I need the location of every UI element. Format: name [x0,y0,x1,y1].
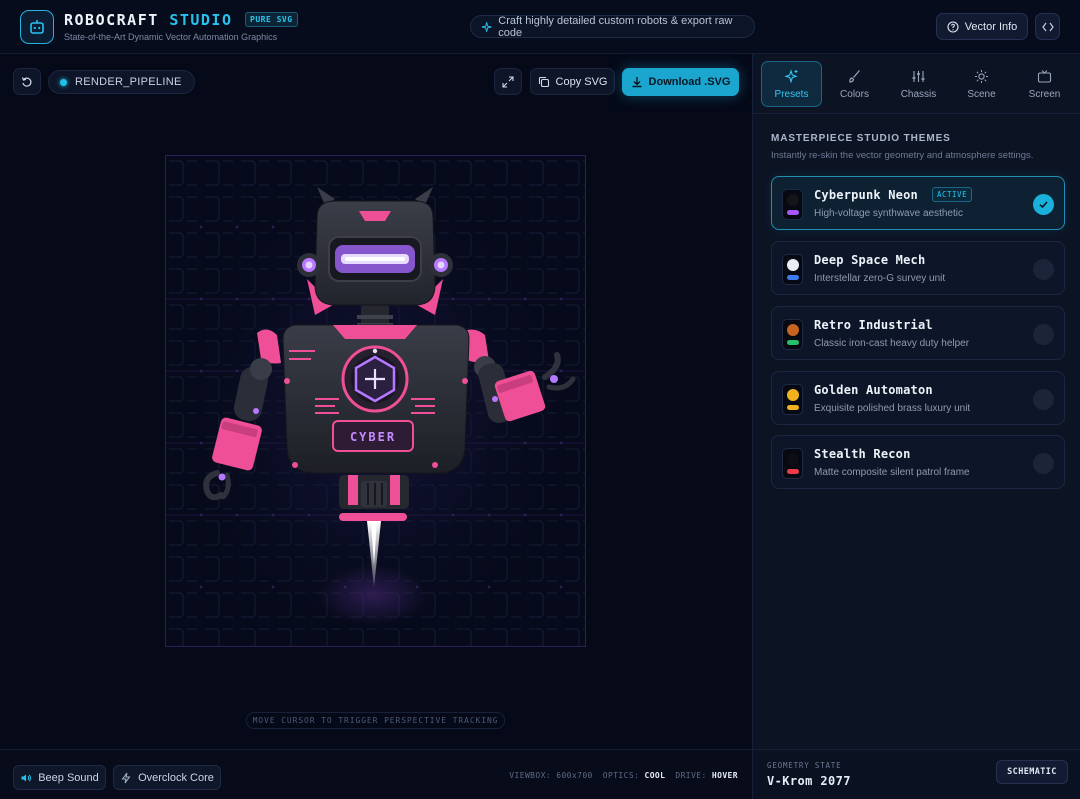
tab-presets-label: Presets [774,88,809,100]
help-circle-icon [947,20,959,33]
render-readout: VIEWBOX: 600x700 OPTICS: COOL DRIVE: HOV… [509,771,738,780]
radio-circle [1033,389,1054,410]
check-icon [1033,194,1054,215]
copy-icon [538,76,549,87]
theme-desc: High-voltage synthwave aesthetic [814,208,963,219]
geometry-state-label: GEOMETRY STATE [767,761,842,770]
overclock-core-label: Overclock Core [138,771,214,784]
download-icon [632,77,642,88]
reset-button[interactable] [13,68,41,95]
radio-circle [1033,259,1054,280]
tab-presets[interactable]: Presets [761,61,822,107]
overclock-core-button[interactable]: Overclock Core [113,765,221,790]
canvas-stage: RENDER_PIPELINE Copy SVG Download .SVG C… [0,54,752,749]
theme-name: Stealth Recon [814,447,911,461]
tab-colors-label: Colors [840,88,869,100]
theme-card-cyberpunk-neon[interactable]: Cyberpunk Neon ACTIVE High-voltage synth… [771,176,1065,230]
section-subtitle: Instantly re-skin the vector geometry an… [771,150,1034,161]
vector-info-label: Vector Info [964,20,1018,33]
theme-swatch [782,448,803,479]
theme-swatch [782,189,803,220]
tab-screen-label: Screen [1028,88,1061,100]
copy-svg-label: Copy SVG [555,75,608,88]
robot-icon [20,10,54,44]
radio-circle [1033,453,1054,474]
app-title: ROBOCRAFT STUDIO [64,11,233,29]
theme-name: Retro Industrial [814,318,933,332]
tab-scene-label: Scene [967,88,996,100]
code-icon [1041,22,1054,31]
theme-name: Golden Automaton [814,383,933,397]
copy-svg-button[interactable]: Copy SVG [530,68,615,95]
code-toggle-button[interactable] [1035,13,1060,40]
robot-illustration: CYBER [164,154,587,648]
rotate-ccw-icon [21,76,32,87]
geometry-state-value: V-Krom 2077 [767,774,851,788]
theme-name: Cyberpunk Neon [814,188,918,202]
chest-label: CYBER [350,430,396,444]
sparkle-icon [481,21,492,32]
theme-card-deep-space-mech[interactable]: Deep Space Mech Interstellar zero-G surv… [771,241,1065,295]
sliders-icon [912,70,925,82]
section-title: MASTERPIECE STUDIO THEMES [771,133,951,144]
app-subtitle: State-of-the-Art Dynamic Vector Automati… [64,32,278,42]
render-pipeline-status: RENDER_PIPELINE [48,70,195,94]
theme-desc: Matte composite silent patrol frame [814,467,970,478]
tab-chassis[interactable]: Chassis [888,61,949,107]
vector-info-button[interactable]: Vector Info [936,13,1028,40]
theme-card-retro-industrial[interactable]: Retro Industrial Classic iron-cast heavy… [771,306,1065,360]
pure-svg-badge: PURE SVG [245,12,298,27]
sparkles-icon [784,68,798,83]
theme-swatch [782,384,803,415]
brush-icon [849,69,860,83]
active-badge: ACTIVE [932,187,973,202]
theme-swatch [782,254,803,285]
robot-canvas[interactable]: CYBER [164,154,587,648]
theme-card-golden-automaton[interactable]: Golden Automaton Exquisite polished bras… [771,371,1065,425]
tab-chassis-label: Chassis [900,88,937,100]
sidebar-tabs: Presets Colors Chassis Scene Screen [753,54,1080,114]
tab-colors[interactable]: Colors [824,61,885,107]
app-header: ROBOCRAFT STUDIO PURE SVG State-of-the-A… [0,0,1080,54]
theme-card-stealth-recon[interactable]: Stealth Recon Matte composite silent pat… [771,435,1065,489]
tagline-text: Craft highly detailed custom robots & ex… [498,14,733,39]
volume-icon [21,774,32,781]
download-svg-label: Download .SVG [648,76,731,88]
tab-screen[interactable]: Screen [1014,61,1075,107]
theme-swatch [782,319,803,350]
expand-icon [502,75,514,88]
expand-button[interactable] [494,68,522,95]
radio-circle [1033,324,1054,345]
bottom-toolbar: Beep Sound Overclock Core VIEWBOX: 600x7… [0,749,752,799]
tagline-pill: Craft highly detailed custom robots & ex… [470,14,755,39]
viewbox-readout: VIEWBOX: 600x700 [509,771,593,780]
drive-readout: DRIVE: HOVER [675,771,738,780]
beep-sound-button[interactable]: Beep Sound [13,765,106,790]
theme-name: Deep Space Mech [814,253,926,267]
beep-sound-label: Beep Sound [38,771,99,784]
optics-readout: OPTICS: COOL [602,771,666,780]
tv-icon [1037,69,1052,83]
lightning-icon [121,772,131,783]
sun-icon [975,69,988,83]
schematic-button[interactable]: SCHEMATIC [996,760,1068,784]
theme-desc: Interstellar zero-G survey unit [814,273,946,284]
pipeline-label: RENDER_PIPELINE [75,76,182,88]
theme-desc: Exquisite polished brass luxury unit [814,403,971,414]
status-dot [60,78,67,86]
geometry-state-panel: GEOMETRY STATE V-Krom 2077 SCHEMATIC [753,749,1080,799]
perspective-hint: MOVE CURSOR TO TRIGGER PERSPECTIVE TRACK… [246,712,505,729]
tab-scene[interactable]: Scene [951,61,1012,107]
download-svg-button[interactable]: Download .SVG [622,68,739,96]
settings-sidebar: Presets Colors Chassis Scene Screen MAST… [752,54,1080,799]
theme-desc: Classic iron-cast heavy duty helper [814,338,970,349]
